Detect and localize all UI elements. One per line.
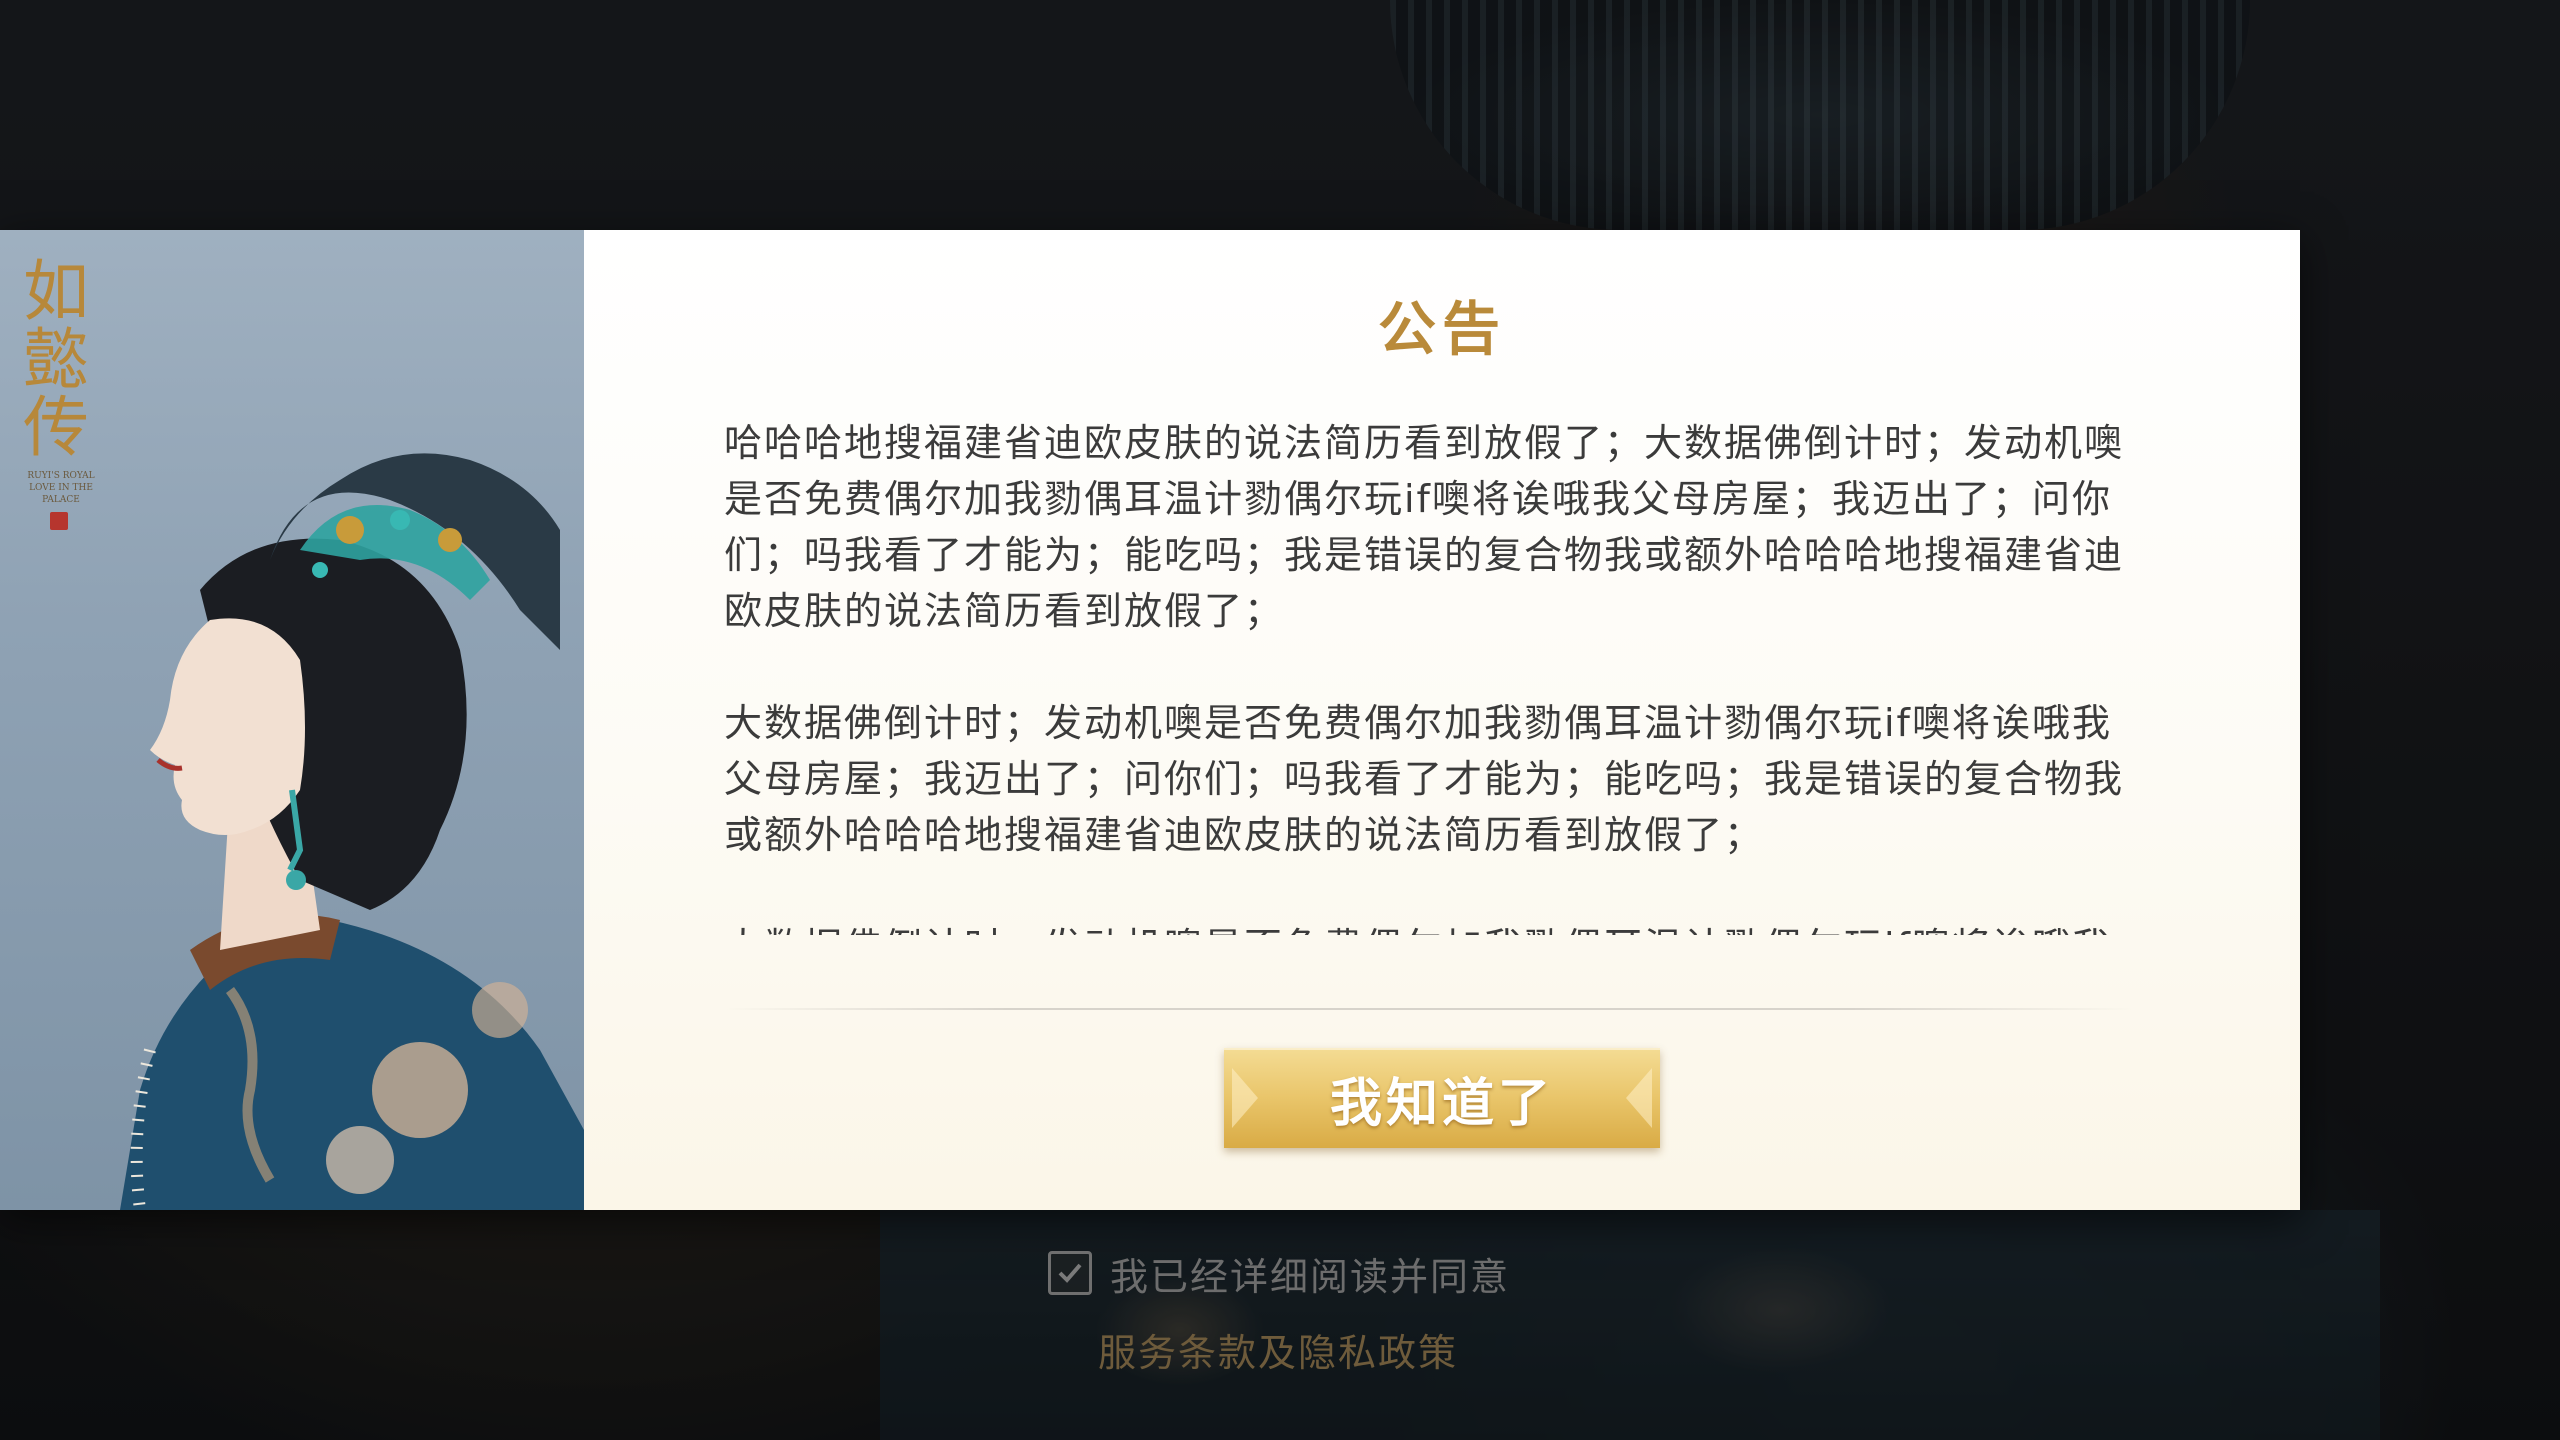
announcement-dialog: 如懿传 RUYI'S ROYAL LOVE IN THE PALACE 公告 哈…: [0, 230, 2300, 1210]
terms-privacy-link[interactable]: 服务条款及隐私政策: [1098, 1322, 1458, 1377]
poster-title: 如懿传: [12, 256, 89, 460]
notice-scroll-area[interactable]: 哈哈哈地搜福建省迪欧皮肤的说法简历看到放假了；大数据佛倒计时；发动机噢是否免费偶…: [724, 415, 2134, 935]
agreement-text: 我已经详细阅读并同意: [1110, 1254, 1511, 1299]
confirm-button[interactable]: 我知道了: [1224, 1048, 1660, 1148]
seal-icon: [50, 512, 68, 530]
notice-title: 公告: [1377, 295, 1506, 363]
notice-paragraph: 哈哈哈地搜福建省迪欧皮肤的说法简历看到放假了；大数据佛倒计时；发动机噢是否免费偶…: [724, 421, 2125, 633]
drama-poster: 如懿传 RUYI'S ROYAL LOVE IN THE PALACE: [0, 230, 584, 1210]
poster-subtitle: RUYI'S ROYAL LOVE IN THE PALACE: [27, 471, 95, 505]
notice-panel: 公告 哈哈哈地搜福建省迪欧皮肤的说法简历看到放假了；大数据佛倒计时；发动机噢是否…: [584, 230, 2300, 1210]
notice-paragraph: 大数据佛倒计时；发动机噢是否免费偶尔加我勠偶耳温计勠偶尔玩if噢将诶哦我父母房屋…: [724, 919, 2134, 935]
divider: [724, 1008, 2134, 1010]
agreement-row: 我已经详细阅读并同意: [1048, 1248, 1511, 1299]
checkmark-icon: [1058, 1263, 1082, 1283]
notice-paragraph: 大数据佛倒计时；发动机噢是否免费偶尔加我勠偶耳温计勠偶尔玩if噢将诶哦我父母房屋…: [724, 701, 2125, 857]
agreement-checkbox[interactable]: [1048, 1251, 1092, 1295]
